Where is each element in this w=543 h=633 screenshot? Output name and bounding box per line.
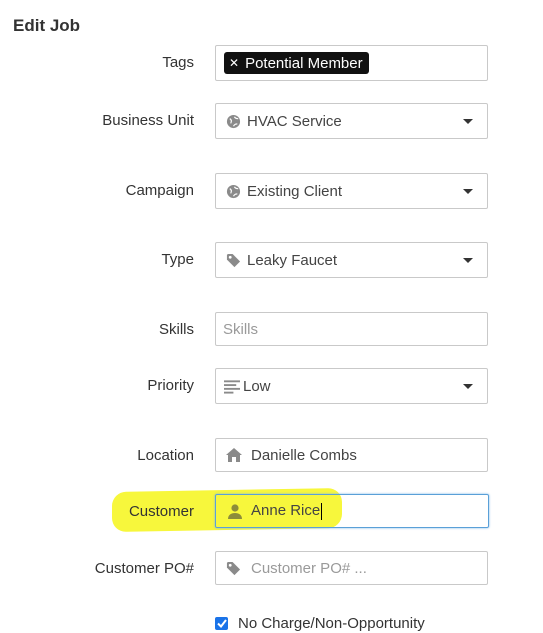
text-cursor [321, 502, 323, 520]
priority-bars-icon [224, 378, 240, 394]
business-unit-label: Business Unit [102, 112, 194, 129]
priority-value: Low [243, 377, 271, 395]
person-icon [227, 503, 243, 519]
globe-icon [225, 183, 241, 199]
chevron-down-icon[interactable] [463, 257, 473, 263]
customer-input[interactable]: Anne Rice [215, 494, 489, 528]
customer-po-label: Customer PO# [94, 560, 194, 577]
business-unit-select[interactable]: HVAC Service [215, 103, 488, 139]
priority-select[interactable]: Low [215, 368, 488, 404]
priority-label: Priority [147, 377, 194, 394]
location-value: Danielle Combs [251, 446, 357, 464]
chevron-down-icon[interactable] [463, 383, 473, 389]
tag-icon [225, 560, 241, 576]
tags-field[interactable]: ✕ Potential Member [215, 45, 488, 81]
customer-label: Customer [128, 503, 194, 520]
type-value: Leaky Faucet [247, 251, 338, 269]
chevron-down-icon[interactable] [463, 188, 473, 194]
campaign-select[interactable]: Existing Client [215, 173, 488, 209]
tag-icon [225, 252, 241, 268]
type-select[interactable]: Leaky Faucet [215, 242, 488, 278]
tag-chip-label: Potential Member [245, 54, 363, 72]
customer-po-input[interactable]: Customer PO# ... [215, 551, 488, 585]
page-title: Edit Job [13, 16, 81, 35]
campaign-label: Campaign [125, 182, 194, 199]
location-label: Location [137, 447, 194, 464]
type-label: Type [161, 251, 194, 268]
checkbox-checked-icon[interactable] [215, 617, 228, 630]
skills-label: Skills [158, 321, 194, 338]
remove-tag-icon[interactable]: ✕ [229, 56, 239, 70]
no-charge-checkbox-row[interactable]: No Charge/Non-Opportunity [215, 615, 425, 632]
tags-label: Tags [162, 54, 194, 71]
no-charge-label: No Charge/Non-Opportunity [238, 615, 425, 632]
customer-value: Anne Rice [251, 502, 323, 520]
chevron-down-icon[interactable] [463, 118, 473, 124]
globe-icon [225, 113, 241, 129]
home-icon [226, 447, 242, 463]
skills-input[interactable]: Skills [215, 312, 488, 346]
campaign-value: Existing Client [247, 182, 343, 200]
skills-placeholder: Skills [223, 320, 259, 338]
location-input[interactable]: Danielle Combs [215, 438, 488, 472]
business-unit-value: HVAC Service [247, 112, 342, 130]
customer-po-placeholder: Customer PO# ... [251, 559, 367, 577]
tag-chip[interactable]: ✕ Potential Member [224, 52, 369, 74]
